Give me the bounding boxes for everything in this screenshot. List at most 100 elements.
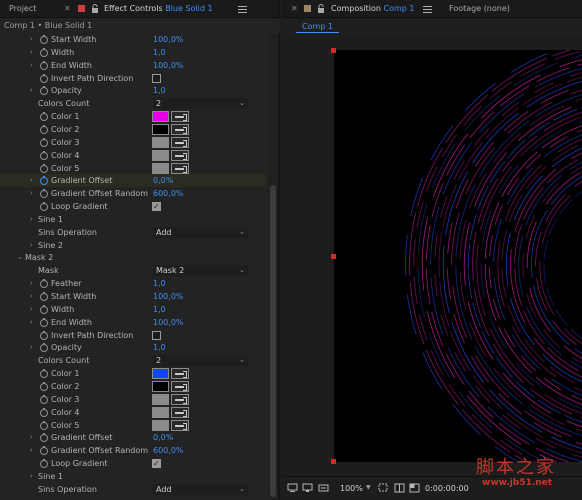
stopwatch-icon[interactable] [40,73,48,83]
layer-handle-bottom-left[interactable] [331,459,336,464]
stopwatch-icon[interactable] [40,317,48,327]
stopwatch-icon[interactable] [40,137,48,147]
stopwatch-icon[interactable] [40,343,48,353]
preview-icon[interactable] [302,483,313,493]
checkbox[interactable] [152,330,161,340]
twirl-right-icon[interactable]: › [30,84,33,97]
property-row-end-width[interactable]: › End Width 100,0% [0,59,266,72]
color-swatch[interactable] [152,111,169,123]
stopwatch-icon[interactable] [40,459,48,469]
property-value[interactable]: 1,0 [153,46,166,59]
property-row-color-3[interactable]: Color 3 [0,393,266,406]
property-value[interactable]: 100,0% [153,290,184,303]
panel-menu-icon[interactable] [423,4,432,13]
color-swatch[interactable] [152,136,169,148]
eyedropper-icon[interactable] [171,136,189,148]
property-row-color-5[interactable]: Color 5 [0,419,266,432]
lock-icon[interactable] [91,4,99,14]
property-row-color-2[interactable]: Color 2 [0,123,266,136]
eyedropper-icon[interactable] [171,162,189,174]
stopwatch-icon[interactable] [40,304,48,314]
property-row-mask[interactable]: Mask Mask 2 ⌄ [0,264,266,277]
tab-footage[interactable]: Footage (none) [449,0,510,18]
property-value[interactable]: 1,0 [153,303,166,316]
property-value[interactable]: 1,0 [153,84,166,97]
property-row-colors-count[interactable]: Colors Count 2 ⌄ [0,354,266,367]
checkbox[interactable] [152,73,161,83]
stopwatch-icon[interactable] [40,420,48,430]
eyedropper-icon[interactable] [171,123,189,135]
twirl-right-icon[interactable]: › [30,187,33,200]
color-swatch[interactable] [152,149,169,161]
lock-icon[interactable] [317,4,325,14]
dropdown-select[interactable]: Add ⌄ [153,483,248,495]
property-row-colors-count[interactable]: Colors Count 2 ⌄ [0,97,266,110]
property-row-color-2[interactable]: Color 2 [0,380,266,393]
tab-composition[interactable]: Composition Comp 1 [331,0,415,18]
property-value[interactable]: 0,0% [153,431,173,444]
property-row-gradient-offset[interactable]: › Gradient Offset 0,0% [0,431,266,444]
color-swatch[interactable] [152,162,169,174]
twirl-right-icon[interactable]: › [30,431,33,444]
dropdown-select[interactable]: Mask 2 ⌄ [153,265,248,277]
property-value[interactable]: 100,0% [153,316,184,329]
twirl-right-icon[interactable]: › [30,33,33,46]
left-scrollbar[interactable] [268,33,278,497]
layer-handle-middle-left[interactable] [331,254,336,259]
twirl-right-icon[interactable]: › [30,277,33,290]
eyedropper-icon[interactable] [171,419,189,431]
color-swatch[interactable] [152,419,169,431]
property-row-gradient-offset[interactable]: › Gradient Offset 0,0% [0,174,266,188]
stopwatch-icon[interactable] [40,86,48,96]
stopwatch-icon[interactable] [40,60,48,70]
comp-subtab[interactable]: Comp 1 [296,21,339,33]
property-row-gradient-offset-random[interactable]: › Gradient Offset Random 600,0% [0,444,266,457]
eyedropper-icon[interactable] [171,393,189,405]
property-row-start-width[interactable]: › Start Width 100,0% [0,290,266,303]
property-row-end-width[interactable]: › End Width 100,0% [0,316,266,329]
property-row-sins-operation[interactable]: Sins Operation Add ⌄ [0,483,266,496]
twirl-right-icon[interactable]: › [30,239,33,252]
zoom-value[interactable]: 100% [340,484,363,493]
dropdown-select[interactable]: 2 ⌄ [153,355,248,367]
property-row-width[interactable]: › Width 1,0 [0,303,266,316]
property-row-color-5[interactable]: Color 5 [0,162,266,175]
property-row-invert-path-direction[interactable]: Invert Path Direction [0,72,266,85]
stopwatch-icon[interactable] [40,163,48,173]
layer-handle-top-left[interactable] [331,48,336,53]
eyedropper-icon[interactable] [171,406,189,418]
twirl-right-icon[interactable]: › [30,290,33,303]
stopwatch-icon[interactable] [40,176,48,186]
property-row-sine-1[interactable]: › Sine 1 [0,470,266,483]
property-row-loop-gradient[interactable]: Loop Gradient [0,457,266,470]
color-swatch[interactable] [152,123,169,135]
property-row-color-1[interactable]: Color 1 [0,367,266,380]
property-value[interactable]: 100,0% [153,59,184,72]
property-row-loop-gradient[interactable]: Loop Gradient [0,200,266,213]
twirl-right-icon[interactable]: › [30,470,33,483]
property-row-mask-2[interactable]: ⌄ Mask 2 [0,251,266,264]
dropdown-select[interactable]: 2 ⌄ [153,98,248,110]
property-row-color-4[interactable]: Color 4 [0,149,266,162]
color-swatch[interactable] [152,393,169,405]
close-icon[interactable]: ✕ [291,0,298,18]
chevron-down-icon[interactable]: ▼ [366,484,371,491]
twirl-right-icon[interactable]: › [30,213,33,226]
property-value[interactable]: 1,0 [153,341,166,354]
stopwatch-icon[interactable] [40,446,48,456]
twirl-right-icon[interactable]: › [30,59,33,72]
tab-effect-controls[interactable]: Effect Controls Blue Solid 1 [104,0,213,18]
stopwatch-icon[interactable] [40,381,48,391]
twirl-right-icon[interactable]: › [30,174,33,187]
eyedropper-icon[interactable] [171,111,189,123]
property-row-color-3[interactable]: Color 3 [0,136,266,149]
color-swatch[interactable] [152,368,169,380]
property-row-color-4[interactable]: Color 4 [0,406,266,419]
twirl-right-icon[interactable]: › [30,316,33,329]
stopwatch-icon[interactable] [40,112,48,122]
property-row-opacity[interactable]: › Opacity 1,0 [0,341,266,354]
property-value[interactable]: 100,0% [153,33,184,46]
twirl-right-icon[interactable]: › [30,341,33,354]
stopwatch-icon[interactable] [40,292,48,301]
property-value[interactable]: 600,0% [153,444,184,457]
